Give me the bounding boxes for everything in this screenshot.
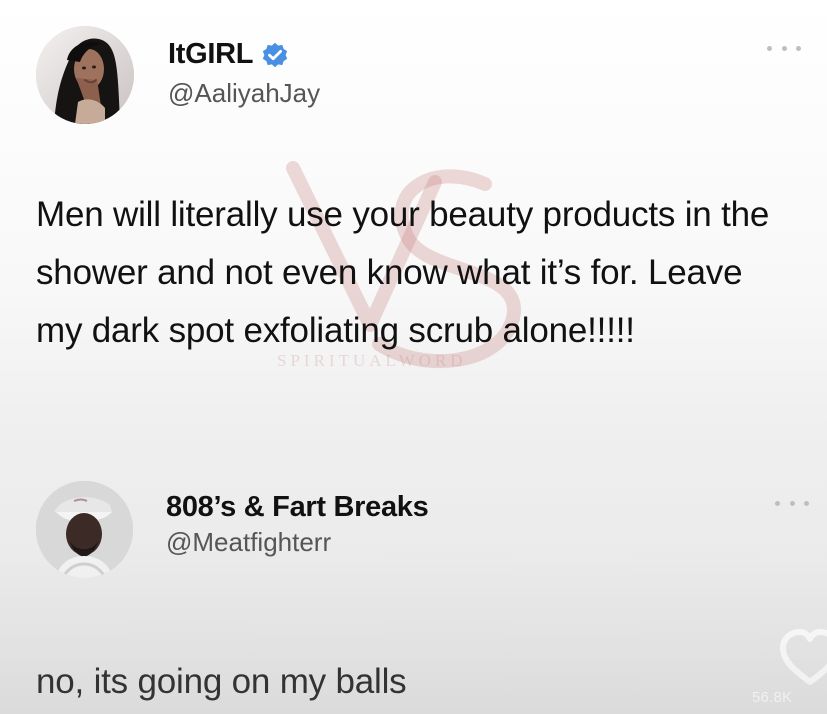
reply-display-name[interactable]: 808’s & Fart Breaks bbox=[166, 491, 429, 524]
more-dot bbox=[775, 500, 780, 506]
more-dot bbox=[767, 45, 772, 51]
more-dot bbox=[781, 45, 787, 51]
reply-user-avatar[interactable] bbox=[36, 481, 133, 578]
primary-user-avatar[interactable] bbox=[36, 26, 134, 124]
primary-display-name[interactable]: ItGIRL bbox=[168, 38, 253, 71]
reply-handle[interactable]: @Meatfighterr bbox=[166, 527, 331, 558]
like-count: 56.8K bbox=[752, 689, 793, 706]
primary-name-row: ItGIRL bbox=[168, 38, 289, 71]
more-options-icon[interactable] bbox=[775, 498, 809, 508]
heart-icon[interactable] bbox=[775, 627, 827, 689]
primary-tweet-text: Men will literally use your beauty produ… bbox=[36, 195, 770, 350]
avatar-portrait-icon bbox=[36, 481, 133, 578]
primary-handle[interactable]: @AaliyahJay bbox=[168, 78, 320, 109]
reply-name-row: 808’s & Fart Breaks bbox=[166, 491, 429, 524]
more-dot bbox=[804, 500, 809, 506]
screenshot-page: SPIRITUALWORD ItGIRL @AaliyahJay Men wil… bbox=[0, 0, 827, 714]
more-dot bbox=[796, 45, 801, 51]
avatar-portrait-icon bbox=[36, 26, 134, 124]
verified-badge-icon bbox=[261, 41, 289, 69]
more-dot bbox=[789, 500, 795, 506]
more-options-icon[interactable] bbox=[767, 43, 801, 53]
reply-tweet-text: no, its going on my balls bbox=[36, 662, 407, 701]
